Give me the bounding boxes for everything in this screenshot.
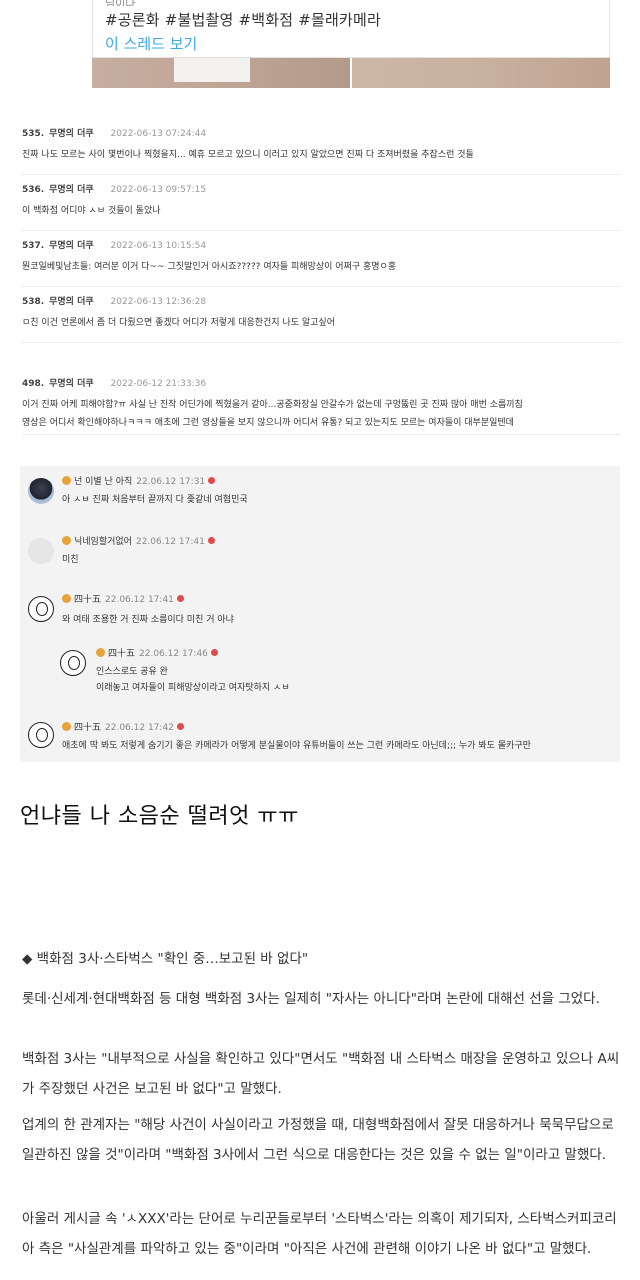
comment-body-line2: 영상은 어디서 확인해야하나ㅋㅋㅋ 애초에 그런 영상들을 보지 않으니까 어디… bbox=[22, 418, 514, 428]
level-badge-icon bbox=[62, 536, 71, 545]
comment-header: 535. 무명의 더쿠 2022-06-13 07:24:44 bbox=[22, 128, 620, 140]
reply-header: 四十五 22.06.12 17:42 bbox=[62, 722, 184, 734]
quoted-thread-card[interactable]: 님이다 #공론화 #불법촬영 #백화점 #몰래카메라 이 스레드 보기 bbox=[92, 0, 610, 88]
reply-text: 와 여태 조용한 거 진짜 소름이다 미친 거 아냐 bbox=[62, 615, 234, 625]
comment-number: 536. bbox=[22, 185, 45, 195]
report-icon[interactable] bbox=[207, 537, 215, 544]
reply-text-line2: 이래놓고 여자들이 피해망상이라고 여자탓하지 ㅅㅂ bbox=[96, 683, 290, 693]
view-thread-link[interactable]: 이 스레드 보기 bbox=[105, 34, 597, 54]
comment-author[interactable]: 무명의 더쿠 bbox=[49, 379, 94, 389]
article-paragraph: 백화점 3사는 "내부적으로 사실을 확인하고 있다"면서도 "백화점 내 스타… bbox=[22, 1051, 620, 1097]
level-badge-icon bbox=[62, 476, 71, 485]
comment-header: 536. 무명의 더쿠 2022-06-13 09:57:15 bbox=[22, 184, 620, 196]
comment-header: 498. 무명의 더쿠 2022-06-12 21:33:36 bbox=[22, 378, 620, 390]
comment-body: ㅁ친 이건 언론에서 좀 더 다뤘으면 좋겠다 어디가 저렇게 대응한건지 나도… bbox=[22, 318, 335, 328]
comment-number: 537. bbox=[22, 241, 45, 251]
comment-number: 535. bbox=[22, 129, 45, 139]
comment-item: 537. 무명의 더쿠 2022-06-13 10:15:54 뭔코일베및남초들… bbox=[22, 240, 620, 287]
comment-author[interactable]: 무명의 더쿠 bbox=[49, 185, 94, 195]
reply-header: 四十五 22.06.12 17:46 bbox=[96, 648, 218, 660]
reply-date: 22.06.12 17:31 bbox=[136, 477, 206, 487]
comment-number: 538. bbox=[22, 297, 45, 307]
reply-header: 넌 이별 난 아직 22.06.12 17:31 bbox=[62, 476, 216, 488]
comment-body: 이거 진짜 어케 피해야함?ㅠ 사실 난 진작 어딘가에 찍혔을거 같아...공… bbox=[22, 400, 523, 410]
comment-author[interactable]: 무명의 더쿠 bbox=[49, 297, 94, 307]
reply-text: 미친 bbox=[62, 555, 79, 565]
user-avatar[interactable] bbox=[28, 722, 54, 748]
comment-item: 538. 무명의 더쿠 2022-06-13 12:36:28 ㅁ친 이건 언론… bbox=[22, 296, 620, 343]
comment-author[interactable]: 무명의 더쿠 bbox=[49, 129, 94, 139]
level-badge-icon bbox=[62, 594, 71, 603]
reply-section: 넌 이별 난 아직 22.06.12 17:31 아 ㅅㅂ 진짜 처음부터 끝까지… bbox=[20, 466, 620, 762]
reply-date: 22.06.12 17:42 bbox=[105, 723, 174, 733]
reply-date: 22.06.12 17:46 bbox=[139, 649, 208, 659]
user-avatar[interactable] bbox=[28, 538, 54, 564]
comment-date: 2022-06-13 09:57:15 bbox=[110, 185, 207, 195]
reply-text: 인스스로도 공유 완 bbox=[96, 667, 168, 677]
post-heading: 언냐들 나 소음순 떨려엇 ㅠㅠ bbox=[20, 804, 299, 829]
comment-date: 2022-06-12 21:33:36 bbox=[110, 379, 207, 389]
comment-header: 538. 무명의 더쿠 2022-06-13 12:36:28 bbox=[22, 296, 620, 308]
comment-header: 537. 무명의 더쿠 2022-06-13 10:15:54 bbox=[22, 240, 620, 252]
user-avatar[interactable] bbox=[28, 478, 54, 504]
user-avatar[interactable] bbox=[60, 650, 86, 676]
comment-item: 536. 무명의 더쿠 2022-06-13 09:57:15 이 백화점 어디… bbox=[22, 184, 620, 231]
comment-date: 2022-06-13 07:24:44 bbox=[110, 129, 207, 139]
article-paragraph: 아울러 게시글 속 'ㅅXXX'라는 단어로 누리꾼들로부터 '스타벅스'라는 … bbox=[22, 1211, 617, 1257]
report-icon[interactable] bbox=[176, 595, 184, 602]
reply-nickname[interactable]: 넌 이별 난 아직 bbox=[74, 477, 132, 487]
comment-date: 2022-06-13 12:36:28 bbox=[110, 297, 207, 307]
thread-thumbnail-2 bbox=[352, 58, 610, 88]
quoted-card-text: 님이다 #공론화 #불법촬영 #백화점 #몰래카메라 이 스레드 보기 bbox=[92, 0, 610, 58]
reply-header: 닉네임할거없어 22.06.12 17:41 bbox=[62, 536, 215, 548]
comment-body: 이 백화점 어디야 ㅅㅂ 것들이 돌았나 bbox=[22, 206, 161, 216]
reply-nickname[interactable]: 四十五 bbox=[74, 595, 101, 605]
reply-text: 애초에 딱 봐도 저렇게 숨기기 좋은 카메라가 어떻게 분실물이야 유튜버들이… bbox=[62, 741, 531, 751]
reply-header: 四十五 22.06.12 17:41 bbox=[62, 594, 184, 606]
comment-date: 2022-06-13 10:15:54 bbox=[110, 241, 207, 251]
comment-item: 535. 무명의 더쿠 2022-06-13 07:24:44 진짜 나도 모르… bbox=[22, 128, 620, 175]
thread-thumbnail-1 bbox=[92, 58, 350, 88]
comment-item: 498. 무명의 더쿠 2022-06-12 21:33:36 이거 진짜 어케… bbox=[22, 378, 620, 435]
hashtags: #공론화 #불법촬영 #백화점 #몰래카메라 bbox=[105, 11, 381, 29]
report-icon[interactable] bbox=[176, 723, 184, 730]
comment-author[interactable]: 무명의 더쿠 bbox=[49, 241, 94, 251]
report-icon[interactable] bbox=[208, 477, 216, 484]
reply-text: 아 ㅅㅂ 진짜 처음부터 끝까지 다 좆같네 여혐민국 bbox=[62, 495, 248, 505]
comment-number: 498. bbox=[22, 379, 45, 389]
level-badge-icon bbox=[62, 722, 71, 731]
article-paragraph: 롯데·신세계·현대백화점 등 대형 백화점 3사는 일제히 "자사는 아니다"라… bbox=[22, 991, 600, 1007]
reply-date: 22.06.12 17:41 bbox=[135, 537, 205, 547]
user-avatar[interactable] bbox=[28, 596, 54, 622]
reply-nickname[interactable]: 四十五 bbox=[74, 723, 101, 733]
comment-body: 뭔코일베및남초들: 여러분 이거 다~~ 그짓말인거 아시죠????? 여자들 … bbox=[22, 262, 397, 272]
reply-nickname[interactable]: 四十五 bbox=[108, 649, 135, 659]
report-icon[interactable] bbox=[210, 649, 218, 656]
reply-date: 22.06.12 17:41 bbox=[105, 595, 174, 605]
article-subhead: ◆ 백화점 3사·스타벅스 "확인 중…보고된 바 없다" bbox=[22, 951, 309, 967]
reply-nickname[interactable]: 닉네임할거없어 bbox=[74, 537, 132, 547]
quoted-card-cut-text: 님이다 bbox=[105, 0, 597, 6]
level-badge-icon bbox=[96, 648, 105, 657]
comment-body: 진짜 나도 모르는 사이 몇번이나 찍혔을지... 예휴 모르고 있으니 이러고… bbox=[22, 150, 474, 160]
article-paragraph: 업계의 한 관계자는 "해당 사건이 사실이라고 가정했을 때, 대형백화점에서… bbox=[22, 1117, 614, 1163]
